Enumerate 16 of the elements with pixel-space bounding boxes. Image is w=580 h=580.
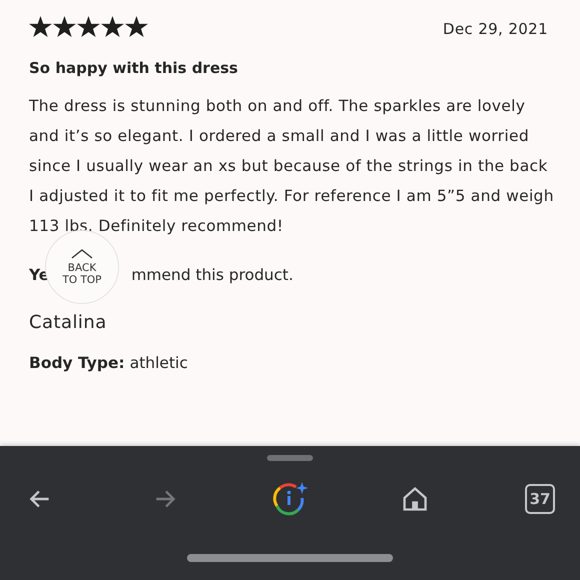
body-type-value: athletic xyxy=(130,353,188,374)
review-date: Dec 29, 2021 xyxy=(442,19,548,40)
star-icon xyxy=(29,16,52,38)
author-name: Catalina xyxy=(29,311,108,335)
home-icon xyxy=(401,485,429,513)
recommend-text-end: mmend this product. xyxy=(131,265,294,286)
review-title: So happy with this dress xyxy=(29,58,239,78)
drag-handle[interactable] xyxy=(267,455,313,461)
chevron-up-icon xyxy=(71,248,93,258)
tab-count-button[interactable]: 37 xyxy=(525,484,555,514)
star-icon xyxy=(125,16,148,38)
body-type-label: Body Type: xyxy=(29,353,125,374)
lens-icon xyxy=(271,481,309,517)
star-icon xyxy=(101,16,124,38)
star-icon xyxy=(53,16,76,38)
star-icon xyxy=(77,16,100,38)
